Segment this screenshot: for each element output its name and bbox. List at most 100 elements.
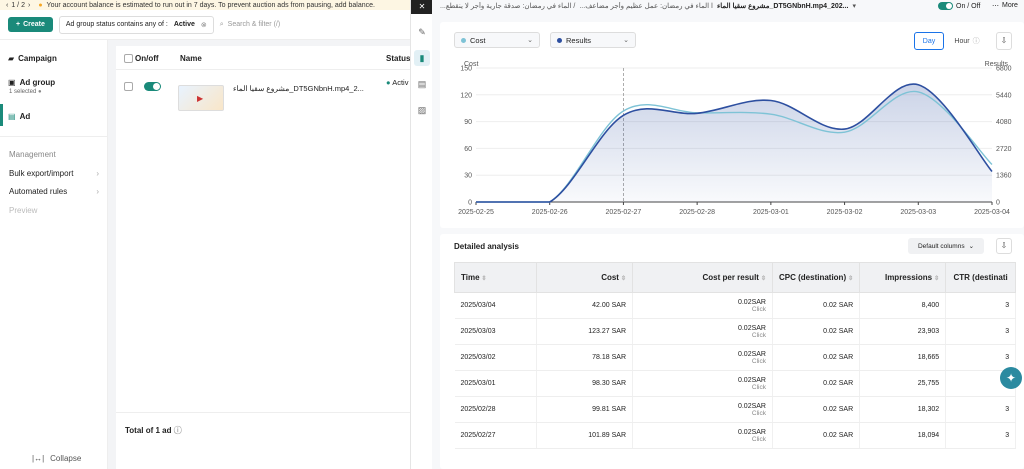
breadcrumb: ...الماء في رمضان: صدقة جارية وأجر لا ين… bbox=[440, 2, 910, 10]
y-tick-label: 30 bbox=[464, 173, 472, 180]
cost-cell-value: 42.00 SAR bbox=[592, 302, 626, 309]
status-text: Activ bbox=[392, 78, 409, 87]
chevron-right-icon[interactable]: › bbox=[28, 2, 30, 9]
cpc-cell: 0.02 SAR bbox=[772, 422, 861, 449]
cost-cell: 123.27 SAR bbox=[536, 318, 633, 345]
cpr-cell-value: 0.02SAR bbox=[737, 350, 766, 358]
document-icon[interactable]: ▤ bbox=[414, 76, 430, 92]
analytics-icon[interactable]: ▮ bbox=[414, 50, 430, 66]
y-right-tick-label: 4080 bbox=[996, 119, 1012, 126]
col-impressions[interactable]: Impressions ⇳ bbox=[859, 262, 947, 293]
row-checkbox[interactable] bbox=[124, 82, 133, 91]
chevron-down-icon: ⌄ bbox=[527, 37, 533, 44]
metric-select-left[interactable]: Cost ⌄ bbox=[454, 32, 540, 48]
clear-filter-icon[interactable]: ⊗ bbox=[201, 21, 207, 29]
ad-onoff-toggle[interactable] bbox=[938, 2, 953, 10]
close-icon[interactable]: ✕ bbox=[411, 0, 433, 14]
ctr-cell: 3 bbox=[945, 318, 1017, 345]
create-button[interactable]: + Create bbox=[8, 17, 53, 32]
ctr-cell: 3 bbox=[945, 396, 1017, 423]
time-cell: 2025/02/27 bbox=[454, 422, 537, 449]
x-tick-label: 2025-03-02 bbox=[827, 209, 863, 216]
select-all-checkbox[interactable] bbox=[124, 54, 133, 63]
cost-cell-value: 78.18 SAR bbox=[592, 354, 626, 361]
bulk-export-import-link[interactable]: Bulk export/import › bbox=[9, 169, 99, 178]
cpc-cell-value: 0.02 SAR bbox=[823, 354, 854, 361]
col-cpc[interactable]: CPC (destination) ⇳ bbox=[771, 262, 861, 293]
search-input[interactable]: ⌕ Search & filter (/) bbox=[220, 21, 280, 29]
bulk-label: Bulk export/import bbox=[9, 169, 74, 178]
ad-onoff[interactable]: On / Off bbox=[938, 2, 980, 10]
y-right-tick-label: 2720 bbox=[996, 146, 1012, 153]
cpc-cell-value: 0.02 SAR bbox=[823, 328, 854, 335]
col-ctr[interactable]: CTR (destinati bbox=[945, 262, 1017, 293]
cpr-cell-value: 0.02SAR bbox=[737, 324, 766, 332]
banner-page: 1 / 2 bbox=[11, 1, 25, 9]
col-cpr-label: Cost per result bbox=[702, 273, 759, 282]
assistant-icon[interactable]: ✦ bbox=[1000, 367, 1022, 389]
day-button[interactable]: Day bbox=[914, 32, 944, 50]
sidebar-item-ad-group[interactable]: ▣ Ad group bbox=[8, 78, 55, 87]
ad-thumbnail[interactable] bbox=[178, 85, 224, 111]
detailed-analysis-title: Detailed analysis bbox=[454, 242, 519, 251]
y-right-tick-label: 0 bbox=[996, 200, 1000, 207]
cost-cell-value: 98.30 SAR bbox=[592, 380, 626, 387]
automated-rules-link[interactable]: Automated rules › bbox=[9, 187, 99, 196]
edit-icon[interactable]: ✎ bbox=[414, 24, 430, 40]
cost-cell: 101.89 SAR bbox=[536, 422, 633, 449]
col-cost[interactable]: Cost ⇳ bbox=[536, 262, 633, 293]
breadcrumb-ad-group[interactable]: ...ا الماء في رمضان: عمل عظيم وأجر مضاعف bbox=[579, 2, 713, 10]
default-columns-select[interactable]: Default columns ⌄ bbox=[908, 238, 984, 254]
col-onoff: On/off bbox=[135, 54, 159, 63]
col-cost-per-result[interactable]: Cost per result ⇳ bbox=[632, 262, 773, 293]
cpc-cell: 0.02 SAR bbox=[772, 370, 861, 397]
time-cell-value: 2025/03/01 bbox=[460, 380, 496, 387]
chevron-down-icon[interactable]: ▾ bbox=[852, 2, 856, 10]
impressions-cell: 25,755 bbox=[859, 370, 947, 397]
balance-banner: ‹ 1 / 2 › ● Your account balance is esti… bbox=[0, 0, 410, 10]
more-label: More bbox=[1002, 2, 1018, 9]
clear-selection-icon[interactable]: ● bbox=[38, 89, 42, 95]
x-tick-label: 2025-02-27 bbox=[606, 209, 642, 216]
total-text: Total of 1 ad bbox=[125, 426, 172, 435]
y-right-axis-label: Results bbox=[985, 61, 1009, 68]
divider bbox=[0, 136, 108, 137]
image-icon[interactable]: ▨ bbox=[414, 102, 430, 118]
sidebar-item-campaign[interactable]: ▰ Campaign bbox=[8, 54, 57, 63]
cost-legend-dot bbox=[461, 37, 466, 43]
cpc-cell-value: 0.02 SAR bbox=[823, 406, 854, 413]
export-icon[interactable]: ⇩ bbox=[996, 238, 1012, 254]
col-time[interactable]: Time ⇳ bbox=[454, 262, 537, 293]
time-cell-value: 2025/02/28 bbox=[460, 406, 496, 413]
y-right-tick-label: 1360 bbox=[996, 173, 1012, 180]
sort-icon: ⇳ bbox=[481, 276, 487, 282]
cpr-cell: 0.02SAR Click bbox=[632, 370, 773, 397]
table-row[interactable]: مشروع سقيا الماء_DT5GNbnH.mp4_2... ● Act… bbox=[116, 74, 410, 111]
table-row: 2025/02/27 101.89 SAR 0.02SAR Click 0.02 SAR… bbox=[454, 422, 1017, 449]
ad-status-toggle[interactable] bbox=[144, 82, 161, 91]
status-filter[interactable]: Ad group status contains any of : Active… bbox=[58, 15, 214, 34]
breadcrumb-campaign[interactable]: ...الماء في رمضان: صدقة جارية وأجر لا ين… bbox=[440, 2, 575, 10]
export-icon[interactable]: ⇩ bbox=[996, 32, 1012, 50]
ctr-cell-value: 3 bbox=[1005, 354, 1010, 361]
ctr-cell: 3 bbox=[945, 344, 1017, 371]
metric-select-right[interactable]: Results ⌄ bbox=[550, 32, 636, 48]
chevron-left-icon[interactable]: ‹ bbox=[6, 2, 8, 9]
collapse-button[interactable]: |↔| Collapse bbox=[32, 454, 81, 463]
sidebar-item-ad[interactable]: ▤ Ad bbox=[8, 112, 30, 121]
cpr-subtext: Click bbox=[751, 357, 766, 365]
cpc-cell-value: 0.02 SAR bbox=[823, 432, 854, 439]
banner-pager[interactable]: ‹ 1 / 2 › bbox=[6, 2, 30, 9]
warning-icon: ● bbox=[38, 1, 43, 9]
ad-name[interactable]: مشروع سقيا الماء_DT5GNbnH.mp4_2... bbox=[233, 84, 364, 93]
ad-detail-panel: ...الماء في رمضان: صدقة جارية وأجر لا ين… bbox=[432, 0, 1024, 469]
info-icon[interactable]: ⓘ bbox=[174, 426, 182, 435]
metric-right-label: Results bbox=[566, 35, 592, 45]
chevron-right-icon: › bbox=[96, 187, 99, 196]
cpc-cell: 0.02 SAR bbox=[772, 318, 861, 345]
cpc-cell-value: 0.02 SAR bbox=[823, 380, 854, 387]
ctr-cell: 3 bbox=[945, 292, 1017, 319]
more-menu[interactable]: ⋯ More bbox=[992, 2, 1018, 10]
y-tick-label: 90 bbox=[464, 119, 472, 126]
hour-button[interactable]: Hour ⓘ bbox=[950, 32, 984, 50]
